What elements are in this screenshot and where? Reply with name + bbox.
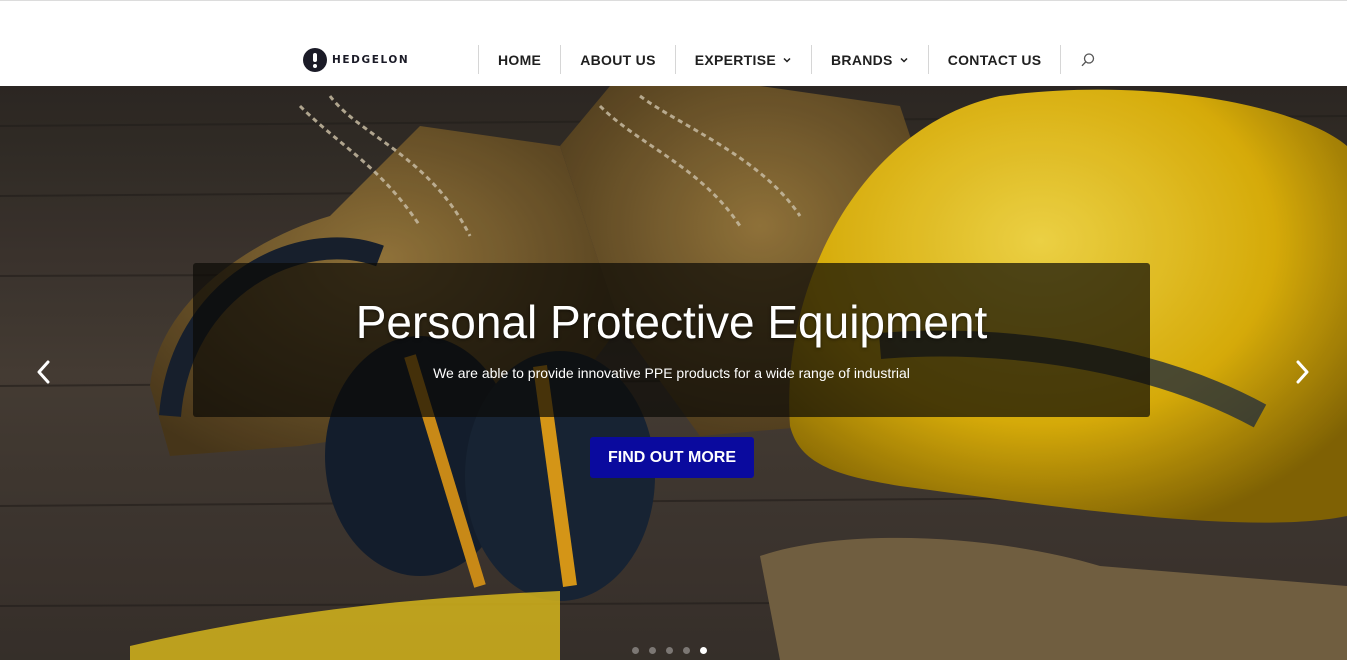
slider-dot[interactable] [649,646,656,654]
nav-item-label: HOME [498,51,542,68]
nav-item-expertise[interactable]: EXPERTISE [674,45,811,74]
site-logo[interactable]: HEDGELON [303,47,409,73]
nav-item-contact-us[interactable]: CONTACT US [927,45,1061,74]
brand-name: HEDGELON [332,54,410,66]
slider-prev-button[interactable] [32,357,56,387]
hero-slider: Personal Protective Equipment We are abl… [0,86,1347,660]
nav-item-home[interactable]: HOME [478,45,560,74]
nav-item-brands[interactable]: BRANDS [811,45,928,74]
slide-title: Personal Protective Equipment [355,296,988,348]
chevron-down-icon [900,57,908,63]
search-icon [1081,52,1095,66]
find-out-more-button[interactable]: FIND OUT MORE [590,437,754,478]
search-button[interactable] [1060,45,1115,74]
chevron-down-icon [783,57,791,63]
chevron-right-icon [1296,360,1309,384]
slider-dot[interactable] [632,646,639,654]
slider-dot[interactable] [666,646,673,654]
nav-item-about-us[interactable]: ABOUT US [560,45,675,74]
nav-item-label: BRANDS [831,51,893,68]
slider-dot[interactable] [683,646,690,654]
chevron-left-icon [37,360,50,384]
slider-pagination [632,645,717,655]
main-nav: HOME ABOUT US EXPERTISE BRANDS CONTACT U… [478,45,1115,74]
exclamation-icon [303,48,327,72]
slider-dot[interactable] [700,646,707,654]
site-header: HEDGELON HOME ABOUT US EXPERTISE BRANDS … [0,0,1347,86]
slider-next-button[interactable] [1290,357,1314,387]
nav-item-label: EXPERTISE [694,51,776,68]
nav-item-label: ABOUT US [580,51,656,68]
slide-subtitle: We are able to provide innovative PPE pr… [433,365,910,381]
slide-caption: Personal Protective Equipment We are abl… [193,263,1150,417]
nav-item-label: CONTACT US [947,51,1042,68]
